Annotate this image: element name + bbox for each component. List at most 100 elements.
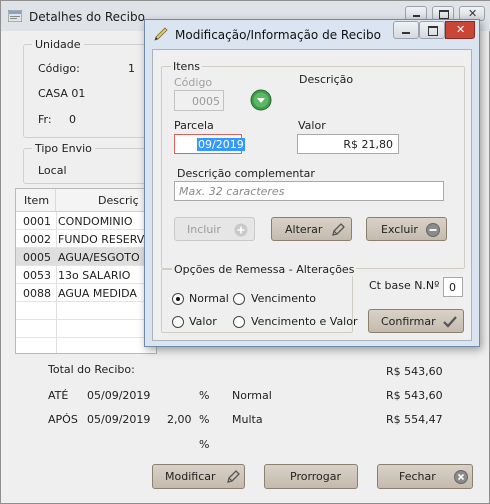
ct-base-field[interactable]: 0 bbox=[443, 277, 463, 297]
apos-pct: % bbox=[199, 413, 210, 426]
ct-base-label: Ct base N.Nº bbox=[369, 279, 440, 292]
modificar-label: Modificar bbox=[165, 470, 216, 483]
close-icon: ✕ bbox=[456, 23, 466, 36]
codigo-value: 1 bbox=[128, 62, 135, 75]
tipo-envio-legend: Tipo Envio bbox=[32, 142, 95, 155]
radio-valor-label[interactable]: Valor bbox=[189, 315, 217, 328]
total-value: R$ 543,60 bbox=[386, 365, 443, 378]
fr-value: 0 bbox=[69, 113, 76, 126]
unidade-legend: Unidade bbox=[32, 38, 84, 51]
parcela-field[interactable]: 09/2019 bbox=[174, 134, 245, 154]
alterar-button[interactable]: Alterar bbox=[271, 217, 352, 241]
apos-value: R$ 554,47 bbox=[386, 413, 443, 426]
check-icon bbox=[443, 316, 457, 328]
descricao-complementar-field[interactable]: Max. 32 caracteres bbox=[174, 181, 444, 201]
descricao-complementar-label: Descrição complementar bbox=[177, 167, 315, 180]
fechar-label: Fechar bbox=[399, 470, 436, 483]
extra-pct: % bbox=[199, 438, 210, 451]
ate-label: ATÉ bbox=[48, 389, 69, 402]
excluir-button[interactable]: Excluir bbox=[366, 217, 447, 241]
radio-valor[interactable] bbox=[172, 316, 184, 328]
table-row[interactable]: 0053 13o SALARIO bbox=[16, 266, 156, 284]
row-desc: AGUA MEDIDA bbox=[58, 287, 137, 300]
itens-legend: Itens bbox=[171, 60, 203, 73]
ate-date: 05/09/2019 bbox=[87, 389, 151, 402]
items-grid[interactable]: Item Descriç 0001 CONDOMINIO 0002 FUNDO RE… bbox=[15, 188, 157, 354]
maximize-button[interactable] bbox=[419, 21, 445, 39]
close-circle-icon bbox=[454, 470, 468, 484]
row-desc: FUNDO RESERVA bbox=[58, 233, 152, 246]
row-item: 0001 bbox=[23, 215, 51, 228]
maximize-icon bbox=[428, 26, 438, 36]
valor-label: Valor bbox=[298, 119, 326, 132]
radio-normal[interactable] bbox=[172, 293, 184, 305]
tipo-envio-value: Local bbox=[38, 164, 67, 177]
ate-pct: % bbox=[199, 389, 210, 402]
codigo-label: Código bbox=[174, 76, 213, 89]
apos-label: APÓS bbox=[48, 413, 78, 426]
close-button[interactable]: ✕ bbox=[445, 21, 475, 39]
radio-vencimento-e-valor-label[interactable]: Vencimento e Valor bbox=[251, 315, 358, 328]
dialog-body: Itens Código 0005 Descrição Parcela 09/2… bbox=[152, 49, 472, 341]
apos-type: Multa bbox=[232, 413, 263, 426]
valor-field[interactable]: R$ 21,80 bbox=[297, 134, 399, 154]
minimize-icon bbox=[402, 32, 410, 34]
pencil-icon bbox=[227, 470, 240, 483]
remessa-legend: Opções de Remessa - Alterações bbox=[172, 263, 357, 276]
total-label: Total do Recibo: bbox=[48, 363, 135, 376]
dialog-title: Modificação/Informação de Recibo bbox=[175, 28, 381, 42]
codigo-label: Código: bbox=[38, 62, 80, 75]
alterar-label: Alterar bbox=[285, 223, 323, 236]
descricao-label: Descrição bbox=[299, 73, 354, 86]
parcela-label: Parcela bbox=[174, 119, 214, 132]
modificar-button[interactable]: Modificar bbox=[152, 464, 245, 489]
radio-normal-label[interactable]: Normal bbox=[189, 292, 229, 305]
row-desc: 13o SALARIO bbox=[58, 269, 131, 282]
table-row-empty bbox=[16, 302, 156, 320]
radio-vencimento-label[interactable]: Vencimento bbox=[251, 292, 316, 305]
confirmar-button[interactable]: Confirmar bbox=[368, 309, 464, 333]
radio-vencimento-e-valor[interactable] bbox=[233, 316, 245, 328]
minimize-button[interactable] bbox=[393, 21, 419, 39]
modificacao-recibo-dialog: Modificação/Informação de Recibo ✕ Itens… bbox=[144, 19, 480, 347]
codigo-value: 0005 bbox=[192, 95, 220, 108]
pencil-icon bbox=[154, 27, 168, 41]
fr-label: Fr: bbox=[38, 113, 52, 126]
prorrogar-button[interactable]: Prorrogar bbox=[264, 464, 358, 489]
row-item: 0053 bbox=[23, 269, 51, 282]
plus-circle-icon bbox=[234, 223, 248, 237]
apos-rate: 2,00 bbox=[167, 413, 192, 426]
table-row[interactable]: 0005 AGUA/ESGOTO bbox=[16, 248, 156, 266]
table-row-empty bbox=[16, 320, 156, 338]
ct-base-value: 0 bbox=[449, 281, 456, 294]
dialog-title-bar: Modificação/Informação de Recibo ✕ bbox=[145, 20, 479, 48]
row-item: 0088 bbox=[23, 287, 51, 300]
window-title: Detalhes do Recibo bbox=[29, 10, 145, 24]
table-row[interactable]: 0088 AGUA MEDIDA bbox=[16, 284, 156, 302]
excluir-label: Excluir bbox=[381, 223, 418, 236]
pencil-icon bbox=[332, 223, 345, 236]
descricao-complementar-placeholder: Max. 32 caracteres bbox=[179, 185, 285, 198]
minimize-icon bbox=[413, 15, 420, 17]
grid-header-item[interactable]: Item bbox=[16, 189, 56, 212]
valor-value: R$ 21,80 bbox=[343, 138, 393, 151]
apos-date: 05/09/2019 bbox=[87, 413, 151, 426]
table-row[interactable]: 0001 CONDOMINIO bbox=[16, 212, 156, 230]
codigo-field[interactable]: 0005 bbox=[174, 90, 224, 111]
fechar-button[interactable]: Fechar bbox=[377, 464, 473, 489]
minus-circle-icon bbox=[426, 223, 440, 237]
grid-header-descricao[interactable]: Descriç bbox=[56, 189, 156, 212]
prorrogar-label: Prorrogar bbox=[290, 470, 342, 483]
parcela-value: 09/2019 bbox=[197, 138, 245, 151]
confirmar-label: Confirmar bbox=[381, 315, 436, 328]
row-item: 0002 bbox=[23, 233, 51, 246]
table-row[interactable]: 0002 FUNDO RESERVA bbox=[16, 230, 156, 248]
ate-type: Normal bbox=[232, 389, 272, 402]
grid-column-divider bbox=[56, 212, 57, 353]
row-item: 0005 bbox=[23, 251, 51, 264]
ate-value: R$ 543,60 bbox=[386, 389, 443, 402]
incluir-button[interactable]: Incluir bbox=[174, 217, 255, 241]
incluir-label: Incluir bbox=[187, 223, 221, 236]
radio-vencimento[interactable] bbox=[233, 293, 245, 305]
search-item-icon[interactable] bbox=[250, 89, 272, 111]
